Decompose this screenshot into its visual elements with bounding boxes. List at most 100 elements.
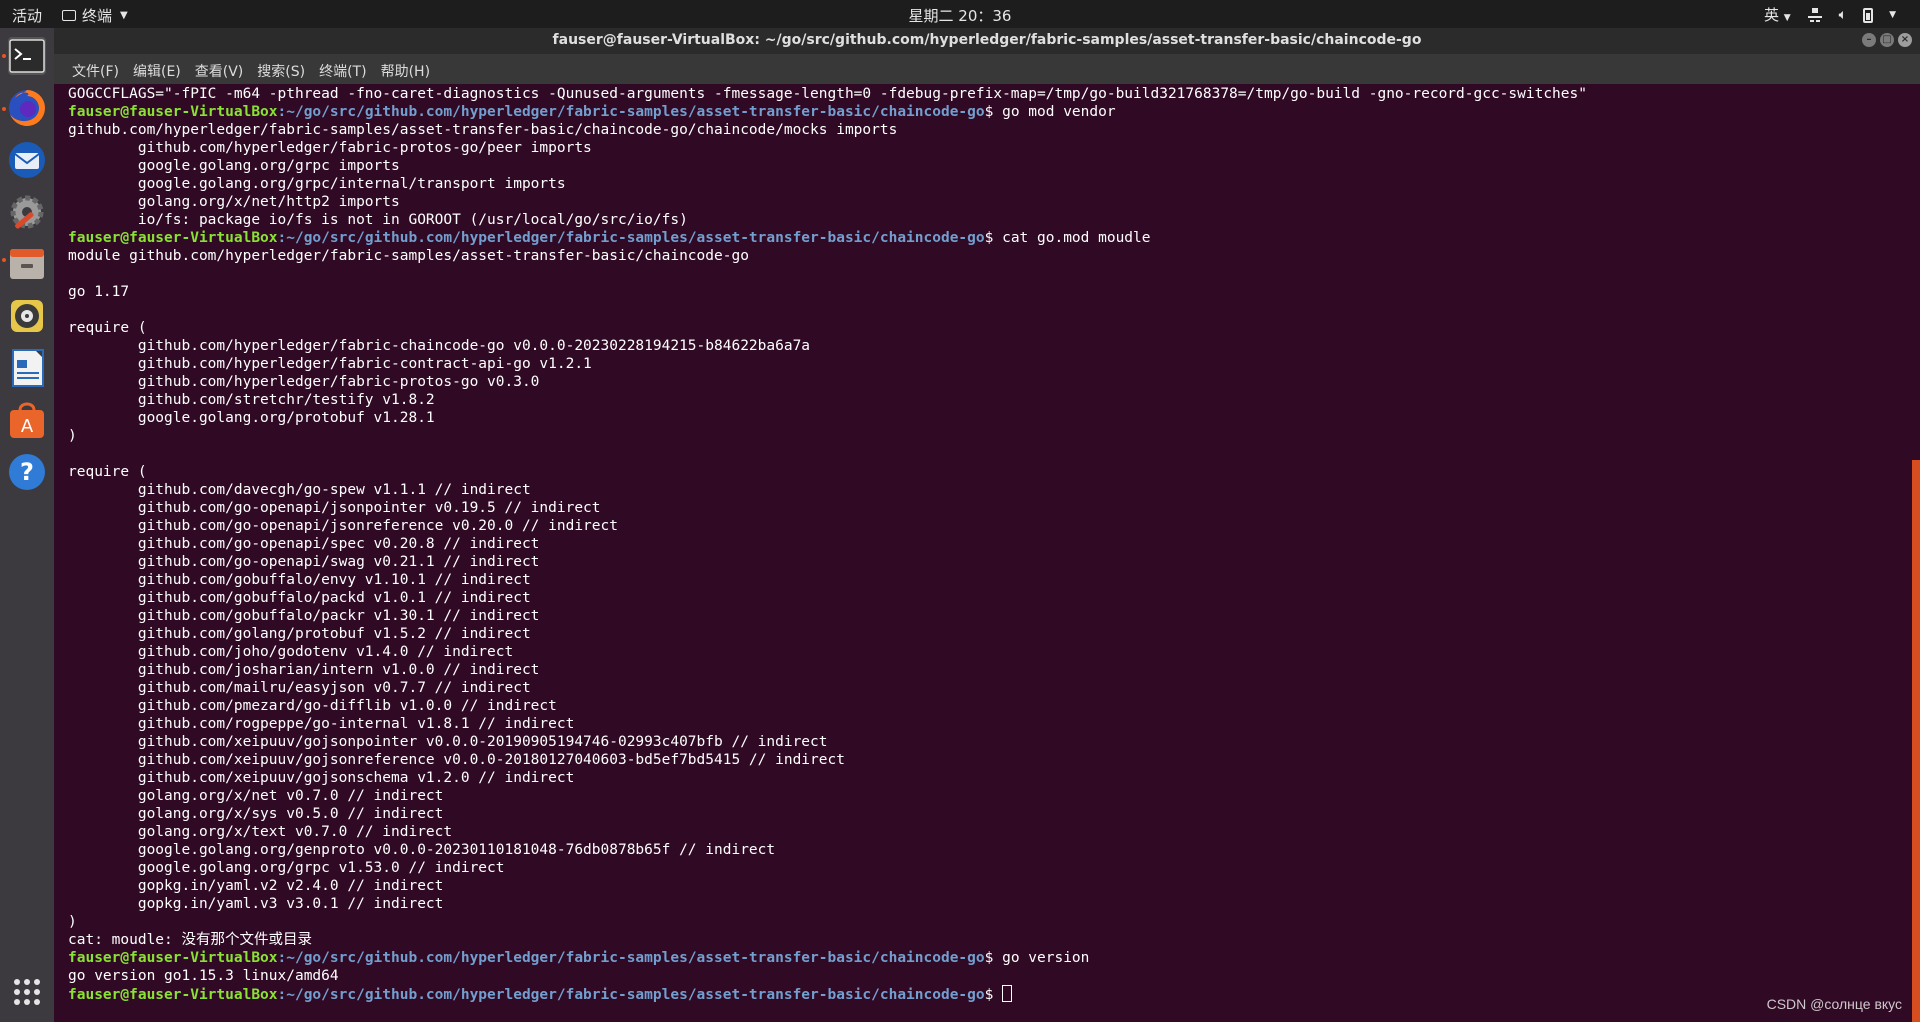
- output-line: ): [68, 914, 77, 930]
- help-icon[interactable]: ?: [7, 452, 47, 492]
- command-text: cat go.mod moudle: [1002, 230, 1151, 246]
- output-line: google.golang.org/genproto v0.0.0-202301…: [68, 842, 776, 858]
- input-method-label: 英: [1763, 6, 1779, 24]
- output-line: github.com/xeipuuv/gojsonreference v0.0.…: [68, 752, 845, 768]
- output-line: github.com/joho/godotenv v1.4.0 // indir…: [68, 644, 514, 660]
- terminal-icon[interactable]: [7, 36, 47, 76]
- menu-view[interactable]: 查看(V): [195, 61, 244, 81]
- minimize-icon[interactable]: –: [1862, 33, 1876, 47]
- output-line: golang.org/x/sys v0.5.0 // indirect: [68, 806, 444, 822]
- output-line: golang.org/x/text v0.7.0 // indirect: [68, 824, 453, 840]
- output-line: golang.org/x/net v0.7.0 // indirect: [68, 788, 444, 804]
- prompt-user: fauser@fauser-VirtualBox: [68, 104, 278, 120]
- thunderbird-icon[interactable]: [7, 140, 47, 180]
- rhythmbox-icon[interactable]: [7, 296, 47, 336]
- output-line: github.com/pmezard/go-difflib v1.0.0 // …: [68, 698, 557, 714]
- prompt-line: fauser@fauser-VirtualBox:~/go/src/github…: [68, 985, 1912, 1003]
- terminal-output[interactable]: GOGCCFLAGS="-fPIC -m64 -pthread -fno-car…: [54, 84, 1912, 1022]
- volume-icon[interactable]: 🔈︎: [1839, 7, 1847, 23]
- output-line: go 1.17: [68, 284, 130, 300]
- window-title: fauser@fauser-VirtualBox: ~/go/src/githu…: [552, 32, 1422, 48]
- command-text: go version: [1002, 950, 1090, 966]
- menu-help[interactable]: 帮助(H): [381, 61, 430, 81]
- prompt-path: :~/go/src/github.com/hyperledger/fabric-…: [277, 104, 985, 120]
- output-line: github.com/rogpeppe/go-internal v1.8.1 /…: [68, 716, 575, 732]
- firefox-icon[interactable]: [7, 88, 47, 128]
- output-line: gopkg.in/yaml.v3 v3.0.1 // indirect: [68, 896, 444, 912]
- dock: A ?: [0, 28, 54, 1022]
- output-line: cat: moudle: 没有那个文件或目录: [68, 932, 312, 948]
- files-icon[interactable]: [7, 244, 47, 284]
- output-line: github.com/go-openapi/spec v0.20.8 // in…: [68, 536, 540, 552]
- scrollbar[interactable]: [1912, 460, 1920, 1022]
- output-line: io/fs: package io/fs is not in GOROOT (/…: [68, 212, 688, 228]
- prompt-suffix: $: [984, 950, 1003, 966]
- menu-search[interactable]: 搜索(S): [257, 61, 305, 81]
- output-line: require (: [68, 320, 147, 336]
- watermark: CSDN @солнце вкус: [1766, 996, 1902, 1012]
- writer-icon[interactable]: [7, 348, 47, 388]
- output-line: github.com/xeipuuv/gojsonschema v1.2.0 /…: [68, 770, 575, 786]
- battery-icon[interactable]: [1863, 7, 1874, 23]
- output-line: github.com/davecgh/go-spew v1.1.1 // ind…: [68, 482, 531, 498]
- output-line: google.golang.org/grpc/internal/transpor…: [68, 176, 566, 192]
- system-tray[interactable]: 英 ▼ 🔈︎ ▼: [1764, 4, 1896, 25]
- svg-text:?: ?: [20, 458, 34, 486]
- output-line: github.com/gobuffalo/packd v1.0.1 // ind…: [68, 590, 531, 606]
- prompt-suffix: $: [984, 104, 1003, 120]
- software-icon[interactable]: A: [7, 400, 47, 440]
- prompt-user: fauser@fauser-VirtualBox: [68, 950, 278, 966]
- show-apps-icon[interactable]: [7, 972, 47, 1012]
- output-line: github.com/gobuffalo/envy v1.10.1 // ind…: [68, 572, 531, 588]
- output-line: github.com/stretchr/testify v1.8.2: [68, 392, 435, 408]
- prompt-suffix: $: [984, 230, 1003, 246]
- output-line: ): [68, 428, 77, 444]
- text-cursor[interactable]: [1002, 985, 1013, 1002]
- output-line: google.golang.org/grpc v1.53.0 // indire…: [68, 860, 505, 876]
- output-line: github.com/josharian/intern v1.0.0 // in…: [68, 662, 540, 678]
- prompt-line: fauser@fauser-VirtualBox:~/go/src/github…: [68, 229, 1912, 247]
- output-line: github.com/hyperledger/fabric-contract-a…: [68, 356, 592, 372]
- terminal-lines: GOGCCFLAGS="-fPIC -m64 -pthread -fno-car…: [54, 84, 1912, 1003]
- window-titlebar[interactable]: fauser@fauser-VirtualBox: ~/go/src/githu…: [54, 28, 1920, 54]
- settings-icon[interactable]: [7, 192, 47, 232]
- clock[interactable]: 星期二 20：36: [0, 5, 1920, 26]
- chevron-down-icon[interactable]: ▼: [1889, 10, 1896, 20]
- menu-terminal[interactable]: 终端(T): [319, 61, 366, 81]
- svg-text:A: A: [21, 416, 34, 437]
- output-line: github.com/go-openapi/swag v0.21.1 // in…: [68, 554, 540, 570]
- output-line: github.com/hyperledger/fabric-samples/as…: [68, 122, 898, 138]
- input-method-indicator[interactable]: 英 ▼: [1764, 4, 1791, 25]
- menu-file[interactable]: 文件(F): [72, 61, 119, 81]
- top-bar: 活动 终端 ▼ 星期二 20：36 英 ▼ 🔈︎ ▼: [0, 0, 1920, 28]
- network-icon[interactable]: [1807, 7, 1823, 23]
- menubar: 文件(F) 编辑(E) 查看(V) 搜索(S) 终端(T) 帮助(H): [54, 54, 1920, 84]
- output-line: google.golang.org/protobuf v1.28.1: [68, 410, 435, 426]
- output-line: github.com/mailru/easyjson v0.7.7 // ind…: [68, 680, 531, 696]
- running-indicator: [2, 258, 6, 262]
- running-indicator: [2, 54, 6, 58]
- output-line: require (: [68, 464, 147, 480]
- output-line: module github.com/hyperledger/fabric-sam…: [68, 248, 749, 264]
- prompt-user: fauser@fauser-VirtualBox: [68, 230, 278, 246]
- output-line: github.com/hyperledger/fabric-protos-go …: [68, 374, 540, 390]
- output-line: github.com/go-openapi/jsonpointer v0.19.…: [68, 500, 601, 516]
- running-indicator: [2, 107, 6, 111]
- output-line: GOGCCFLAGS="-fPIC -m64 -pthread -fno-car…: [68, 86, 1587, 102]
- output-line: github.com/hyperledger/fabric-chaincode-…: [68, 338, 811, 354]
- output-line: github.com/xeipuuv/gojsonpointer v0.0.0-…: [68, 734, 828, 750]
- close-icon[interactable]: ×: [1898, 33, 1912, 47]
- output-line: golang.org/x/net/http2 imports: [68, 194, 400, 210]
- maximize-icon[interactable]: □: [1880, 33, 1894, 47]
- prompt-suffix: $: [984, 987, 1003, 1003]
- output-line: google.golang.org/grpc imports: [68, 158, 400, 174]
- chevron-down-icon: ▼: [1783, 13, 1791, 23]
- output-line: github.com/hyperledger/fabric-protos-go/…: [68, 140, 592, 156]
- command-text: go mod vendor: [1002, 104, 1116, 120]
- prompt-line: fauser@fauser-VirtualBox:~/go/src/github…: [68, 103, 1912, 121]
- prompt-user: fauser@fauser-VirtualBox: [68, 987, 278, 1003]
- menu-edit[interactable]: 编辑(E): [133, 61, 181, 81]
